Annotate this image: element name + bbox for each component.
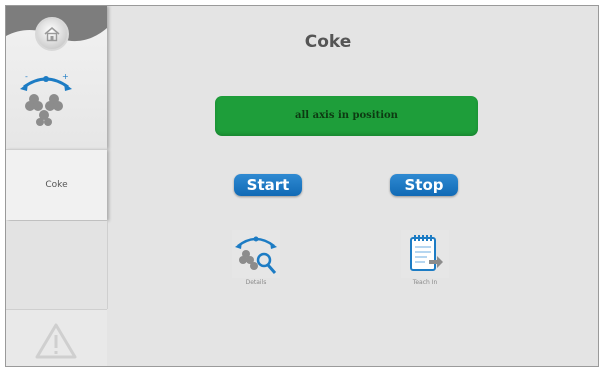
teach-in-button[interactable]: Teach In <box>401 230 449 292</box>
notepad-icon <box>401 230 449 278</box>
stop-button[interactable]: Stop <box>390 174 458 196</box>
svg-text:-: - <box>25 72 28 81</box>
page-title: Coke <box>304 32 352 52</box>
details-magnifier-icon <box>232 230 280 278</box>
sidebar-item-label: Coke <box>45 180 68 190</box>
details-button[interactable]: Details <box>232 230 280 292</box>
svg-text:+: + <box>62 72 69 81</box>
sidebar-header: - + <box>6 6 107 149</box>
warning-icon <box>35 323 77 359</box>
status-banner: all axis in position <box>215 96 478 136</box>
axis-rotation-icon[interactable]: - + <box>16 69 76 129</box>
details-label: Details <box>245 279 267 286</box>
teach-in-label: Teach In <box>412 279 438 286</box>
sidebar-item-coke[interactable]: Coke <box>6 149 107 220</box>
sidebar: - + Coke <box>6 6 108 366</box>
home-icon <box>44 26 60 42</box>
app-window: - + Coke Coke all axis in position Start… <box>5 5 599 367</box>
start-button[interactable]: Start <box>234 174 302 196</box>
home-button[interactable] <box>35 17 69 51</box>
warning-button[interactable] <box>6 309 107 366</box>
sidebar-empty-panel <box>6 221 108 309</box>
